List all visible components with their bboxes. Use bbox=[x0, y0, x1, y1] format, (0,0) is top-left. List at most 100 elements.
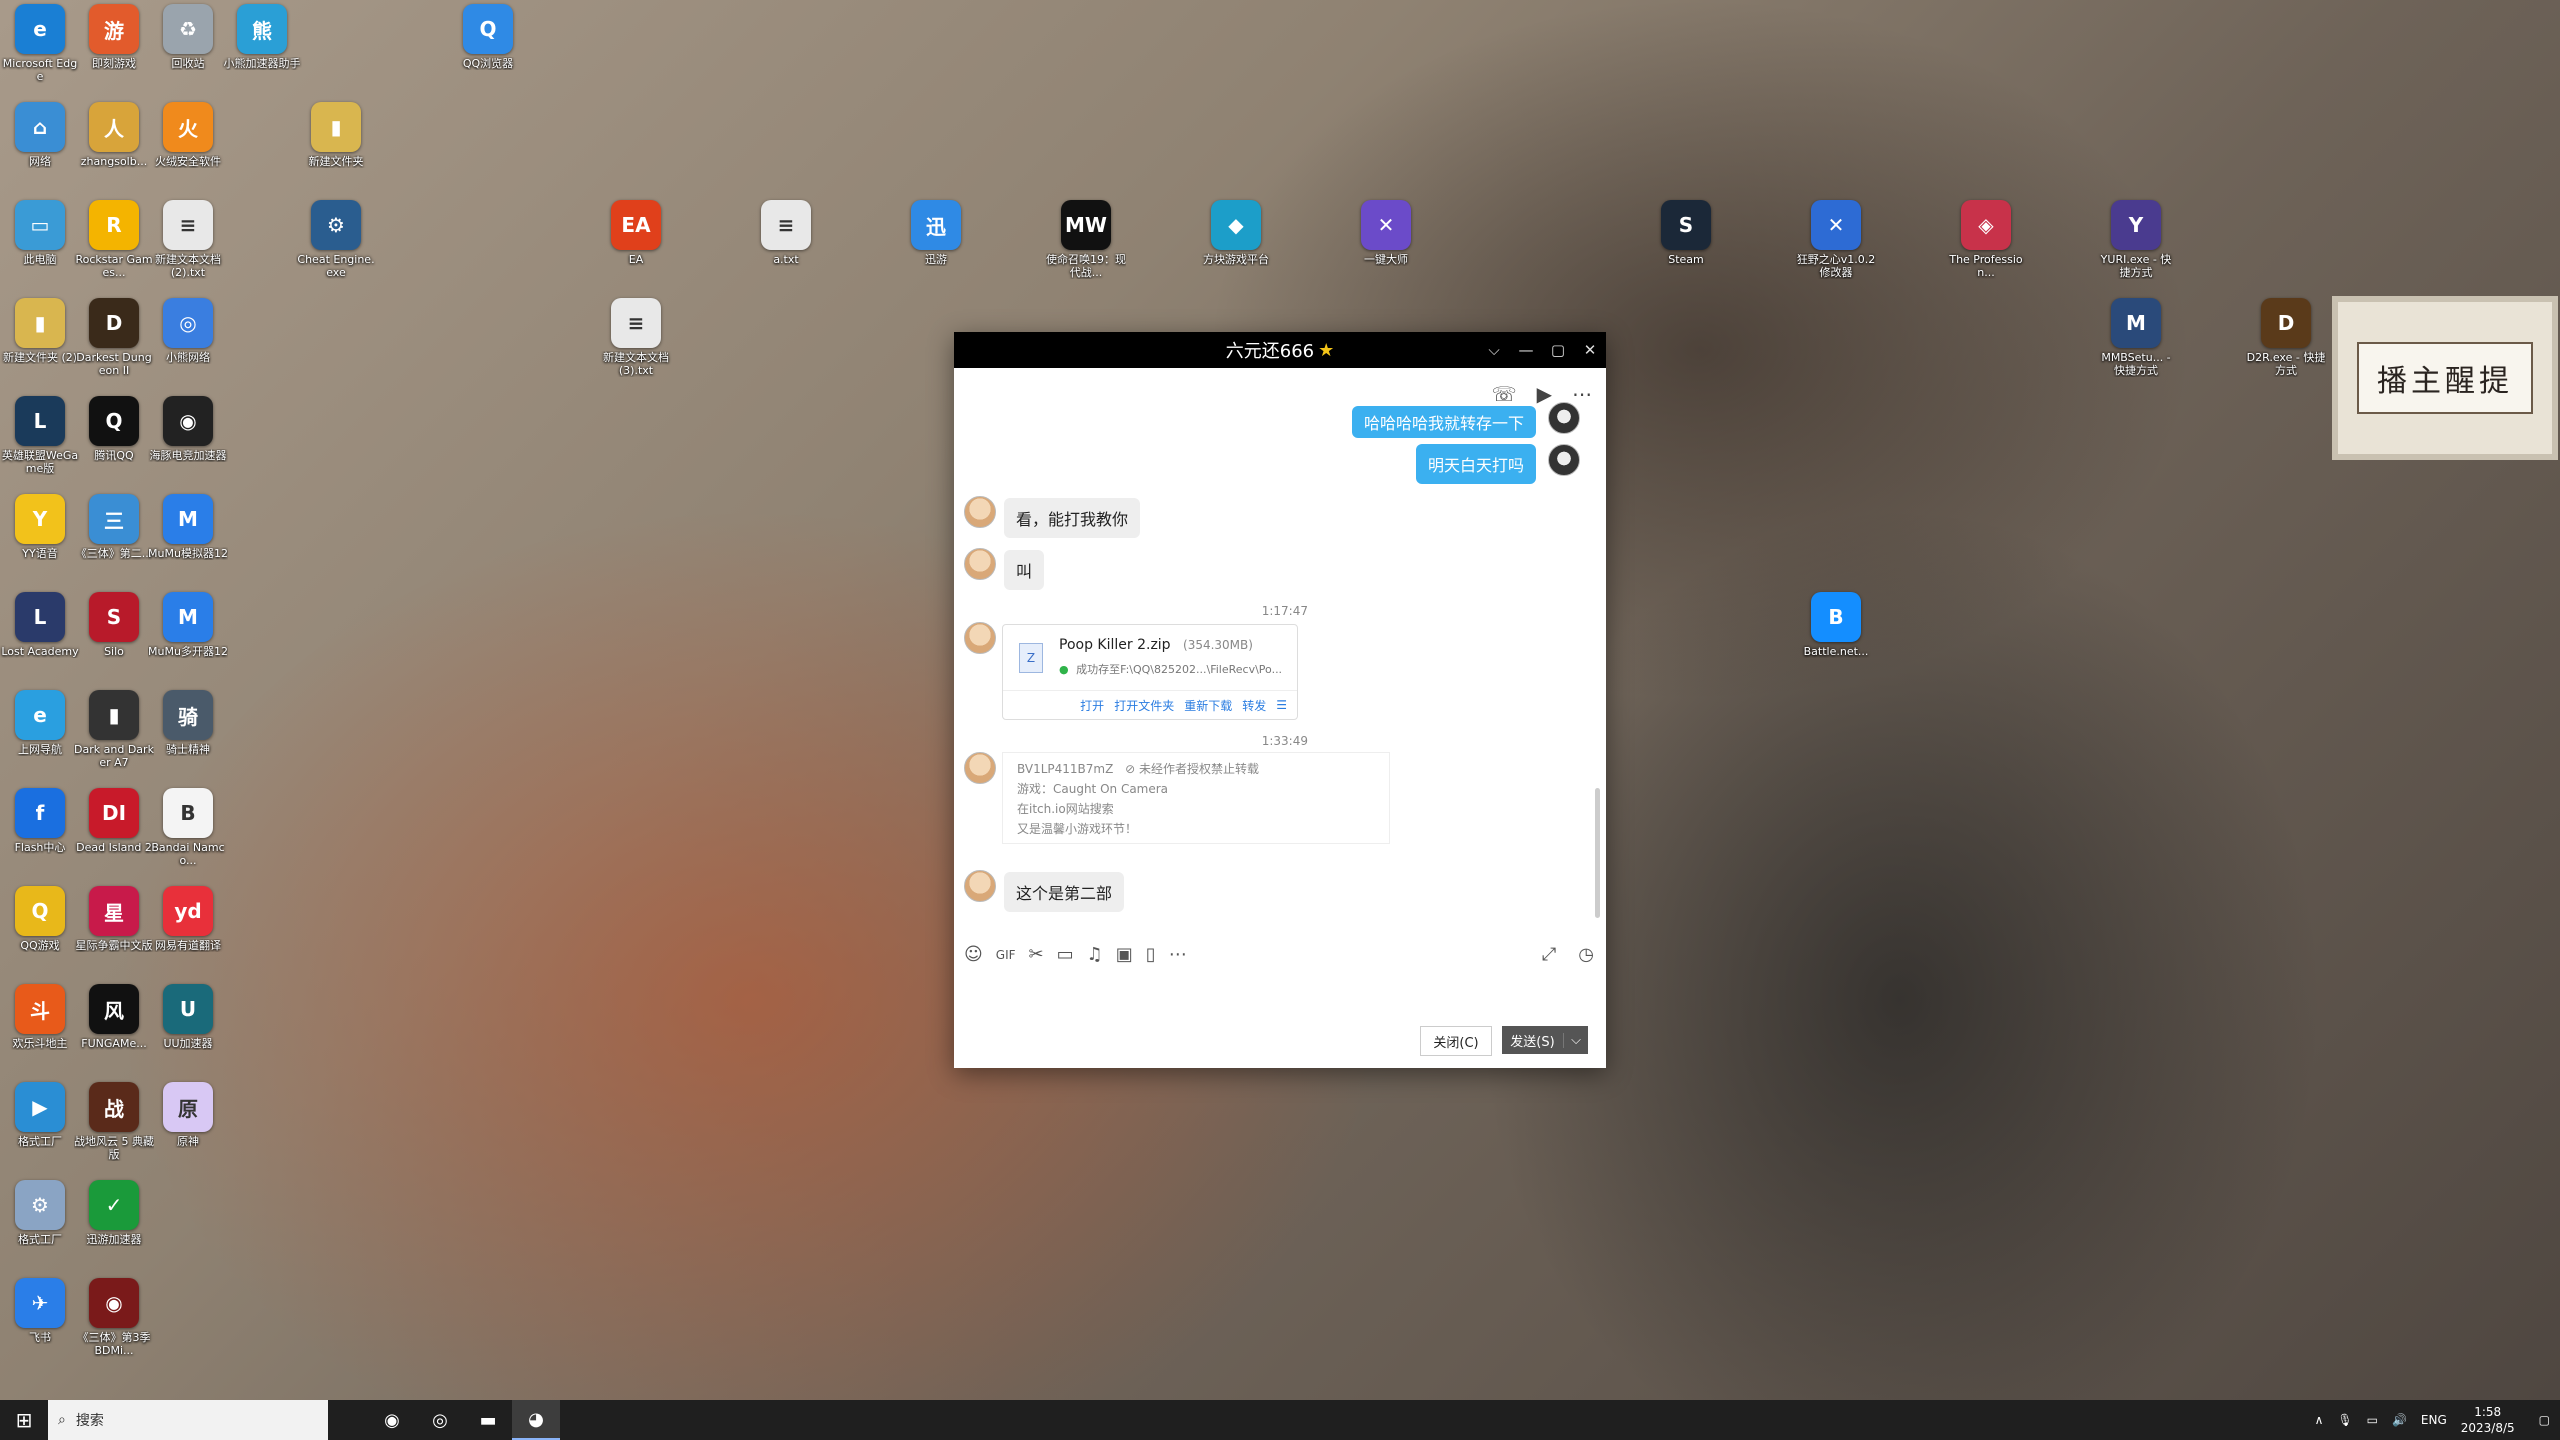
send-button[interactable]: 发送(S) ⌵ bbox=[1502, 1026, 1588, 1054]
desktop-icon[interactable]: ⚙ 格式工厂 bbox=[0, 1180, 80, 1246]
desktop-icon[interactable]: L Lost Academy bbox=[0, 592, 80, 658]
desktop-icon[interactable]: M MuMu模拟器12 bbox=[148, 494, 228, 560]
avatar[interactable] bbox=[964, 752, 996, 784]
desktop-icon[interactable]: ▮ 新建文件夹 bbox=[296, 102, 376, 168]
desktop-icon[interactable]: ✓ 迅游加速器 bbox=[74, 1180, 154, 1246]
desktop-icon[interactable]: ▮ 新建文件夹 (2) bbox=[0, 298, 80, 364]
scrollbar[interactable] bbox=[1595, 788, 1600, 918]
desktop-icon[interactable]: ♻ 回收站 bbox=[148, 4, 228, 70]
close-icon[interactable]: ✕ bbox=[1574, 332, 1606, 368]
avatar[interactable] bbox=[1548, 444, 1580, 476]
desktop-icon[interactable]: 熊小熊加速器助手 bbox=[222, 4, 302, 70]
desktop-icon[interactable]: ✈ 飞书 bbox=[0, 1278, 80, 1344]
language-indicator[interactable]: ENG bbox=[2421, 1413, 2447, 1427]
file-open-link[interactable]: 打开 bbox=[1080, 697, 1104, 714]
qq-taskbar-icon[interactable]: ◕ bbox=[512, 1400, 560, 1440]
close-button[interactable]: 关闭(C) bbox=[1420, 1026, 1492, 1056]
avatar[interactable] bbox=[964, 496, 996, 528]
music-icon[interactable]: ♫ bbox=[1087, 944, 1103, 966]
taskbar-search[interactable]: ⌕ 搜索 bbox=[48, 1400, 328, 1440]
desktop-icon[interactable]: 迅迅游 bbox=[896, 200, 976, 266]
desktop-icon[interactable]: 人 zhangsolb... bbox=[74, 102, 154, 168]
avatar[interactable] bbox=[1548, 402, 1580, 434]
desktop-icon[interactable]: ◎ 小熊网络 bbox=[148, 298, 228, 364]
chat-title-bar[interactable]: 六元还666 ★ ⌵ — ▢ ✕ bbox=[954, 332, 1606, 368]
image-icon[interactable]: ▣ bbox=[1116, 944, 1133, 966]
chevron-up-icon[interactable]: ∧ bbox=[2315, 1413, 2324, 1427]
expand-icon[interactable]: ⤢ bbox=[1542, 944, 1556, 965]
firefox-icon[interactable]: ◉ bbox=[368, 1400, 416, 1440]
desktop-icon[interactable]: R Rockstar Games... bbox=[74, 200, 154, 279]
desktop-icon[interactable]: ⌂ 网络 bbox=[0, 102, 80, 168]
desktop-icon[interactable]: U UU加速器 bbox=[148, 984, 228, 1050]
more-icon[interactable]: ⋯ bbox=[1169, 944, 1187, 966]
desktop-icon[interactable]: ◈ The Profession... bbox=[1946, 200, 2026, 279]
desktop-icon[interactable]: e Microsoft Edge bbox=[0, 4, 80, 83]
history-icon[interactable]: ◷ bbox=[1578, 944, 1594, 965]
file-redownload-link[interactable]: 重新下载 bbox=[1184, 697, 1232, 714]
desktop-icon[interactable]: ▶ 格式工厂 bbox=[0, 1082, 80, 1148]
desktop-icon[interactable]: 骑骑士精神 bbox=[148, 690, 228, 756]
desktop-icon[interactable]: 星星际争霸中文版 bbox=[74, 886, 154, 952]
desktop-icon[interactable]: 原原神 bbox=[148, 1082, 228, 1148]
volume-icon[interactable]: 🔊 bbox=[2392, 1413, 2407, 1427]
desktop-icon[interactable]: D Darkest Dungeon II bbox=[74, 298, 154, 377]
desktop-icon[interactable]: ⚙ Cheat Engine.exe bbox=[296, 200, 376, 279]
desktop-icon[interactable]: Y YY语音 bbox=[0, 494, 80, 560]
desktop-icon[interactable]: D D2R.exe - 快捷方式 bbox=[2246, 298, 2326, 377]
screen-share-icon[interactable]: ▯ bbox=[1146, 944, 1156, 966]
file-card[interactable]: Z Poop Killer 2.zip (354.30MB) ● 成功存至F:\… bbox=[1002, 624, 1298, 720]
desktop-icon[interactable]: 战战地风云 5 典藏版 bbox=[74, 1082, 154, 1161]
desktop-icon[interactable]: ✕ 狂野之心v1.0.2修改器 bbox=[1796, 200, 1876, 279]
desktop-icon[interactable]: ≡ 新建文本文档 (2).txt bbox=[148, 200, 228, 279]
desktop-icon[interactable]: DI Dead Island 2 bbox=[74, 788, 154, 854]
windows-start-icon[interactable]: ⊞ bbox=[0, 1400, 48, 1440]
desktop-icon[interactable]: ◉ 《三体》第3季 BDMi... bbox=[74, 1278, 154, 1357]
scissors-icon[interactable]: ✂ bbox=[1029, 944, 1044, 966]
file-forward-link[interactable]: 转发 bbox=[1242, 697, 1266, 714]
chevron-down-icon[interactable]: ⌵ bbox=[1563, 1032, 1588, 1048]
desktop-icon[interactable]: B Bandai Namco... bbox=[148, 788, 228, 867]
desktop-icon[interactable]: S Steam bbox=[1646, 200, 1726, 266]
gif-icon[interactable]: GIF bbox=[996, 944, 1016, 966]
avatar[interactable] bbox=[964, 622, 996, 654]
desktop-icon[interactable]: ✕ 一键大师 bbox=[1346, 200, 1426, 266]
avatar[interactable] bbox=[964, 548, 996, 580]
minimize-icon[interactable]: — bbox=[1510, 332, 1542, 368]
desktop-icon[interactable]: EA EA bbox=[596, 200, 676, 266]
desktop-icon[interactable]: e 上网导航 bbox=[0, 690, 80, 756]
file-open-folder-link[interactable]: 打开文件夹 bbox=[1114, 697, 1174, 714]
desktop-icon[interactable]: L 英雄联盟WeGame版 bbox=[0, 396, 80, 475]
desktop-icon[interactable]: 斗欢乐斗地主 bbox=[0, 984, 80, 1050]
desktop-icon[interactable]: MW 使命召唤19：现代战... bbox=[1046, 200, 1126, 279]
notification-icon[interactable]: ▢ bbox=[2539, 1413, 2550, 1427]
emoji-icon[interactable]: ☺ bbox=[964, 944, 983, 966]
desktop-icon[interactable]: ◉ 海豚电竞加速器 bbox=[148, 396, 228, 462]
share-card[interactable]: BV1LP411B7mZ ⊘ 未经作者授权禁止转载 游戏：Caught On C… bbox=[1002, 752, 1390, 844]
desktop-icon[interactable]: Q 腾讯QQ bbox=[74, 396, 154, 462]
desktop-icon[interactable]: ▭ 此电脑 bbox=[0, 200, 80, 266]
chevron-down-icon[interactable]: ⌵ bbox=[1478, 332, 1510, 368]
desktop-icon[interactable]: yd 网易有道翻译 bbox=[148, 886, 228, 952]
clock[interactable]: 1:58 2023/8/5 bbox=[2461, 1404, 2515, 1436]
browser-icon[interactable]: ◎ bbox=[416, 1400, 464, 1440]
desktop-icon[interactable]: f Flash中心 bbox=[0, 788, 80, 854]
desktop-icon[interactable]: M MuMu多开器12 bbox=[148, 592, 228, 658]
desktop-icon[interactable]: ▮ Dark and Darker A7 bbox=[74, 690, 154, 769]
file-explorer-icon[interactable]: ▬ bbox=[464, 1400, 512, 1440]
microphone-icon[interactable]: 🎙 bbox=[2337, 1413, 2352, 1427]
avatar[interactable] bbox=[964, 870, 996, 902]
maximize-icon[interactable]: ▢ bbox=[1542, 332, 1574, 368]
desktop-icon[interactable]: 风 FUNGAMe... bbox=[74, 984, 154, 1050]
desktop-icon[interactable]: M MMBSetu... - 快捷方式 bbox=[2096, 298, 2176, 377]
desktop-icon[interactable]: Y YURI.exe - 快捷方式 bbox=[2096, 200, 2176, 279]
desktop-icon[interactable]: S Silo bbox=[74, 592, 154, 658]
desktop-icon[interactable]: 三《三体》第二... bbox=[74, 494, 154, 560]
desktop-icon[interactable]: B Battle.net... bbox=[1796, 592, 1876, 658]
folder-icon[interactable]: ▭ bbox=[1057, 944, 1074, 966]
desktop-icon[interactable]: 火火绒安全软件 bbox=[148, 102, 228, 168]
desktop-icon[interactable]: 游即刻游戏 bbox=[74, 4, 154, 70]
desktop-icon[interactable]: ≡ a.txt bbox=[746, 200, 826, 266]
desktop-icon[interactable]: ◆ 方块游戏平台 bbox=[1196, 200, 1276, 266]
desktop-icon[interactable]: Q QQ游戏 bbox=[0, 886, 80, 952]
